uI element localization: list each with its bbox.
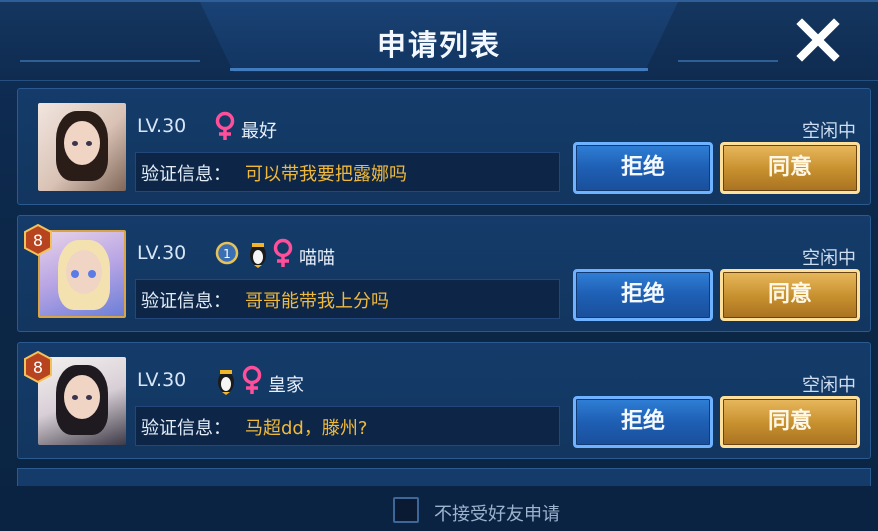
accept-button[interactable]: 同意 [720, 142, 860, 194]
penguin-icon [218, 370, 234, 395]
verification-message-box: 验证信息： 哥哥能带我上分吗 [135, 279, 560, 319]
player-nickname: 最好 [241, 121, 277, 142]
request-row: LV.30 最好 空闲中 验证信息： 可以带我要把露娜吗 拒绝 同意 [17, 88, 871, 205]
verification-message: 可以带我要把露娜吗 [245, 164, 407, 185]
reject-button[interactable]: 拒绝 [573, 396, 713, 448]
avatar-eye [86, 395, 92, 400]
reject-button[interactable]: 拒绝 [573, 269, 713, 321]
avatar-level-number: 8 [33, 358, 43, 377]
title-tab-edge [230, 68, 648, 71]
verification-message-box: 验证信息： 可以带我要把露娜吗 [135, 152, 560, 192]
player-status: 空闲中 [802, 375, 856, 396]
avatar-eye [72, 141, 78, 146]
avatar-face [64, 121, 100, 165]
player-status: 空闲中 [802, 248, 856, 269]
accept-button[interactable]: 同意 [720, 269, 860, 321]
avatar-eye [71, 270, 79, 278]
female-icon [215, 111, 235, 140]
friend-request-dialog: 申请列表 LV.30 最好 空闲中 验证信息： 可以带我要把露娜吗 拒绝 同意 [0, 0, 878, 531]
verification-message-box: 验证信息： 马超dd，滕州? [135, 406, 560, 446]
avatar-level-badge-icon: 8 [24, 224, 52, 256]
request-row-partial [17, 468, 871, 486]
title-bar: 申请列表 [0, 2, 878, 81]
player-nickname: 皇家 [268, 375, 304, 396]
avatar-eye [88, 270, 96, 278]
request-row: 8 LV.30 1 喵喵 空闲中 验证信息： 哥哥能带我上分吗 拒绝 同意 [17, 215, 871, 332]
close-button[interactable] [794, 16, 842, 64]
avatar-level-badge-icon: 8 [24, 351, 52, 383]
reject-friend-requests-checkbox[interactable] [393, 497, 419, 523]
dialog-title: 申请列表 [376, 28, 501, 62]
verification-label: 验证信息： [141, 164, 231, 185]
avatar-face [64, 375, 100, 419]
verification-label: 验证信息： [141, 418, 231, 439]
verification-message: 马超dd，滕州? [245, 418, 368, 439]
avatar-eye [86, 141, 92, 146]
reject-button[interactable]: 拒绝 [573, 142, 713, 194]
close-icon [796, 18, 840, 62]
female-icon [242, 365, 262, 394]
avatar[interactable] [38, 103, 126, 191]
accept-button[interactable]: 同意 [720, 396, 860, 448]
rank-badge-icon: 1 [215, 241, 239, 265]
player-level: LV.30 [137, 115, 187, 137]
player-level: LV.30 [137, 369, 187, 391]
penguin-icon [250, 243, 266, 268]
verification-label: 验证信息： [141, 291, 231, 312]
avatar-eye [72, 395, 78, 400]
player-status: 空闲中 [802, 121, 856, 142]
avatar-level-number: 8 [33, 231, 43, 250]
verification-message: 哥哥能带我上分吗 [245, 291, 389, 312]
svg-text:1: 1 [223, 247, 231, 261]
female-icon [273, 238, 293, 267]
player-level: LV.30 [137, 242, 187, 264]
request-row: 8 LV.30 皇家 空闲中 验证信息： 马超dd，滕州? 拒绝 同意 [17, 342, 871, 459]
player-nickname: 喵喵 [299, 248, 335, 269]
reject-friend-requests-label[interactable]: 不接受好友申请 [434, 500, 560, 526]
